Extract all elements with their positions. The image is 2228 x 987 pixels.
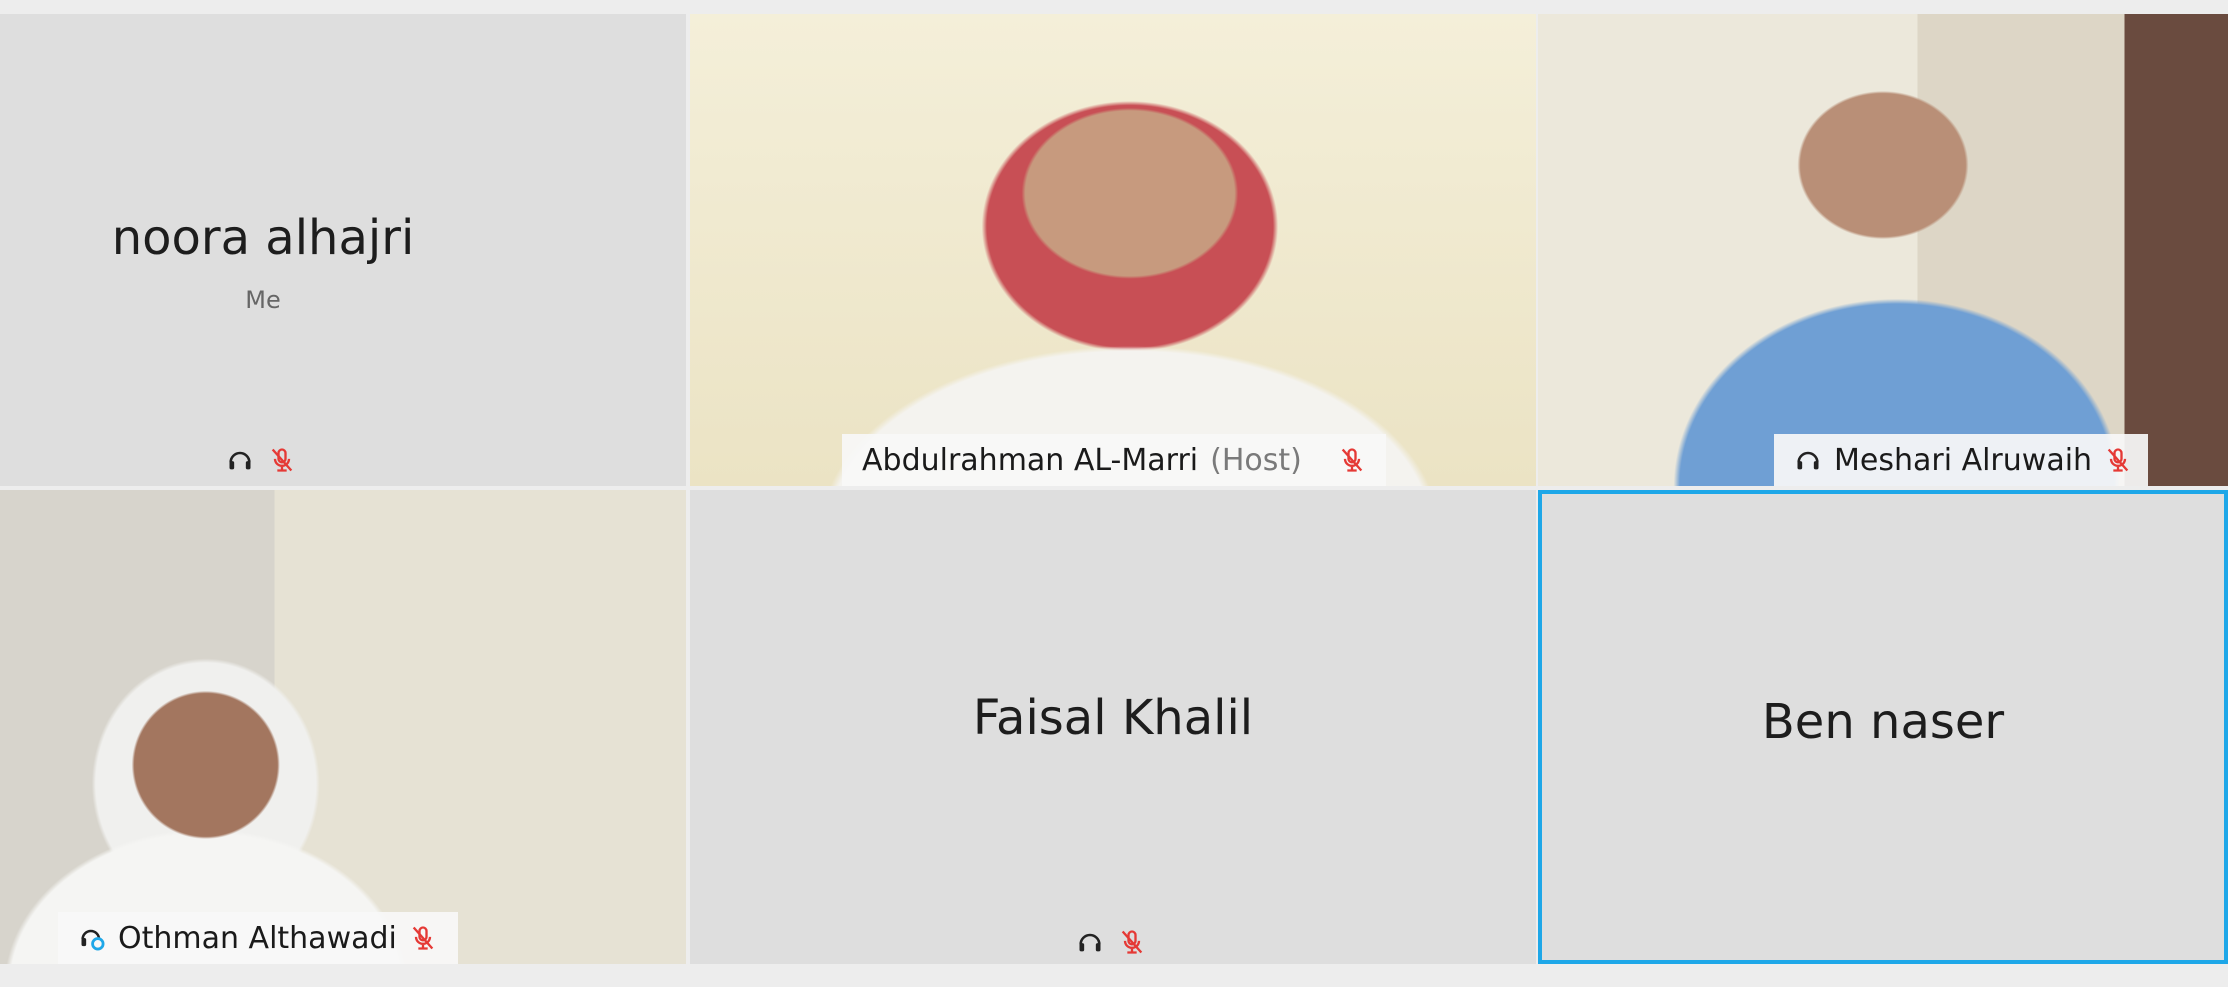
participant-name: noora alhajri xyxy=(111,210,415,266)
nameplate: Othman Althawadi xyxy=(58,912,458,964)
headphones-icon xyxy=(1076,928,1104,956)
me-label: Me xyxy=(245,286,281,314)
mic-muted-icon xyxy=(2104,446,2132,474)
participant-name: Faisal Khalil xyxy=(972,690,1254,746)
participant-tile-noora-alhajri[interactable]: noora alhajri Me xyxy=(0,14,686,486)
status-icons xyxy=(1076,928,1146,956)
headphones-icon xyxy=(1794,446,1822,474)
status-icons xyxy=(226,446,296,474)
mic-muted-icon xyxy=(1118,928,1146,956)
nameplate: Abdulrahman AL-Marri (Host) xyxy=(842,434,1386,486)
headphones-icon xyxy=(226,446,254,474)
participant-tile-meshari[interactable]: Meshari Alruwaih xyxy=(1538,14,2228,486)
participant-tile-othman[interactable]: Othman Althawadi xyxy=(0,490,686,964)
mic-muted-icon xyxy=(409,924,437,952)
participant-name: Othman Althawadi xyxy=(118,920,397,956)
mic-muted-icon xyxy=(268,446,296,474)
participant-name: Abdulrahman AL-Marri xyxy=(862,442,1199,478)
participant-tile-abdulrahman[interactable]: Abdulrahman AL-Marri (Host) xyxy=(690,14,1536,486)
mic-muted-icon xyxy=(1338,446,1366,474)
host-label: (Host) xyxy=(1210,442,1302,478)
participant-name: Ben naser xyxy=(1761,694,2005,750)
nameplate: Meshari Alruwaih xyxy=(1774,434,2148,486)
participant-name: Meshari Alruwaih xyxy=(1834,442,2093,478)
participant-tile-ben-naser[interactable]: Ben naser xyxy=(1538,490,2228,964)
connection-icon xyxy=(78,924,106,952)
participant-tile-faisal[interactable]: Faisal Khalil xyxy=(690,490,1536,964)
